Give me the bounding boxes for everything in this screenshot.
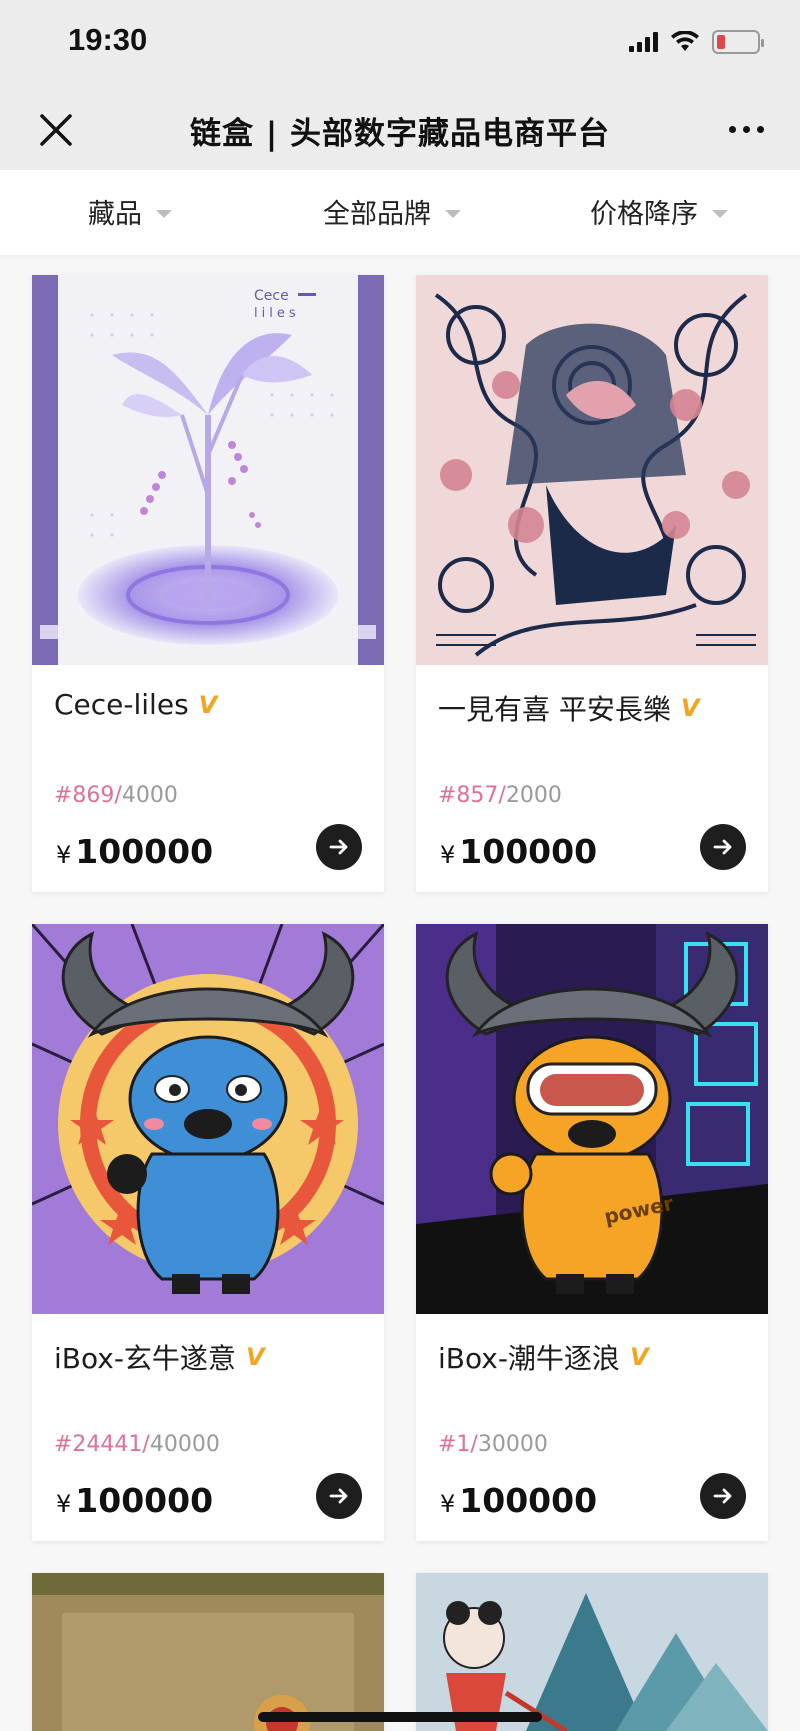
arrow-right-icon[interactable] [700,1473,746,1519]
product-name: iBox-玄牛遂意 V [54,1337,265,1377]
product-name: Cece-liles V [54,688,217,721]
price-value: 100000 [75,832,214,871]
art-text-liles: liles [254,306,300,321]
product-card-ping-an[interactable]: 一見有喜 平安長樂 V #857/2000 ¥100000 [416,275,768,892]
filter-brand-label: 全部品牌 [323,199,431,230]
product-card-partial-left[interactable] [32,1573,384,1731]
art-text-cece: Cece [254,288,289,304]
arrow-right-icon[interactable] [700,824,746,870]
price-value: 100000 [459,1481,598,1520]
product-image-ping-an [416,275,768,665]
product-name-text: iBox-玄牛遂意 [54,1342,236,1375]
arrow-right-icon[interactable] [316,1473,362,1519]
product-image-xuan-niu [32,924,384,1314]
more-icon[interactable] [729,126,764,133]
home-indicator[interactable] [258,1712,542,1722]
arrow-right-icon[interactable] [316,824,362,870]
currency-symbol: ¥ [440,841,456,869]
edition-info: #869/4000 [54,783,178,808]
edition-info: #24441/40000 [54,1432,220,1457]
edition-total: 30000 [477,1432,548,1457]
status-time: 19:30 [68,22,148,57]
chevron-down-icon [712,209,728,218]
chevron-down-icon [445,209,461,218]
product-price: ¥100000 [440,832,597,871]
product-image-cece-liles: Cece liles [32,275,384,665]
wifi-icon [671,31,699,51]
product-name-text: 一見有喜 平安長樂 [438,693,671,726]
filter-brand[interactable]: 全部品牌 [323,192,461,231]
product-name: 一見有喜 平安長樂 V [438,688,699,728]
edition-total: 40000 [149,1432,220,1457]
verified-badge-icon: V [198,690,218,719]
currency-symbol: ¥ [440,1490,456,1518]
edition-info: #857/2000 [438,783,562,808]
filter-sort[interactable]: 价格降序 [590,192,728,231]
product-card-chao-niu[interactable]: power iBox-潮牛逐浪 V #1/30000 ¥100000 [416,924,768,1541]
product-price: ¥100000 [440,1481,597,1520]
nav-bar: 链盒 | 头部数字藏品电商平台 [0,90,800,170]
product-card-cece-liles[interactable]: Cece liles Cece-liles V #869/4000 ¥10000… [32,275,384,892]
product-price: ¥100000 [56,1481,213,1520]
product-image-nezha [416,1573,768,1731]
verified-badge-icon: V [629,1343,649,1371]
edition-number: #24441/ [54,1432,150,1457]
edition-total: 2000 [505,783,562,808]
product-name-text: iBox-潮牛逐浪 [438,1342,620,1375]
product-name-text: Cece-liles [54,688,189,721]
currency-symbol: ¥ [56,841,72,869]
verified-badge-icon: V [245,1343,265,1371]
filter-sort-label: 价格降序 [590,199,698,230]
product-price: ¥100000 [56,832,213,871]
price-value: 100000 [75,1481,214,1520]
edition-number: #857/ [438,783,506,808]
currency-symbol: ¥ [56,1490,72,1518]
filter-category[interactable]: 藏品 [88,192,172,231]
product-image-chao-niu: power [416,924,768,1314]
battery-icon [712,30,764,54]
product-card-xuan-niu[interactable]: iBox-玄牛遂意 V #24441/40000 ¥100000 [32,924,384,1541]
filter-bar: 藏品 全部品牌 价格降序 [0,170,800,255]
price-value: 100000 [459,832,598,871]
filter-category-label: 藏品 [88,199,142,230]
verified-badge-icon: V [680,694,700,722]
page-title: 链盒 | 头部数字藏品电商平台 [190,116,610,152]
signal-icon [629,32,658,52]
product-name: iBox-潮牛逐浪 V [438,1337,649,1377]
product-image-monkey [32,1573,384,1731]
edition-number: #869/ [54,783,122,808]
edition-info: #1/30000 [438,1432,548,1457]
edition-total: 4000 [121,783,178,808]
product-card-partial-right[interactable] [416,1573,768,1731]
edition-number: #1/ [438,1432,478,1457]
status-icons [629,30,764,54]
chevron-down-icon [156,209,172,218]
status-bar: 19:30 [0,0,800,90]
